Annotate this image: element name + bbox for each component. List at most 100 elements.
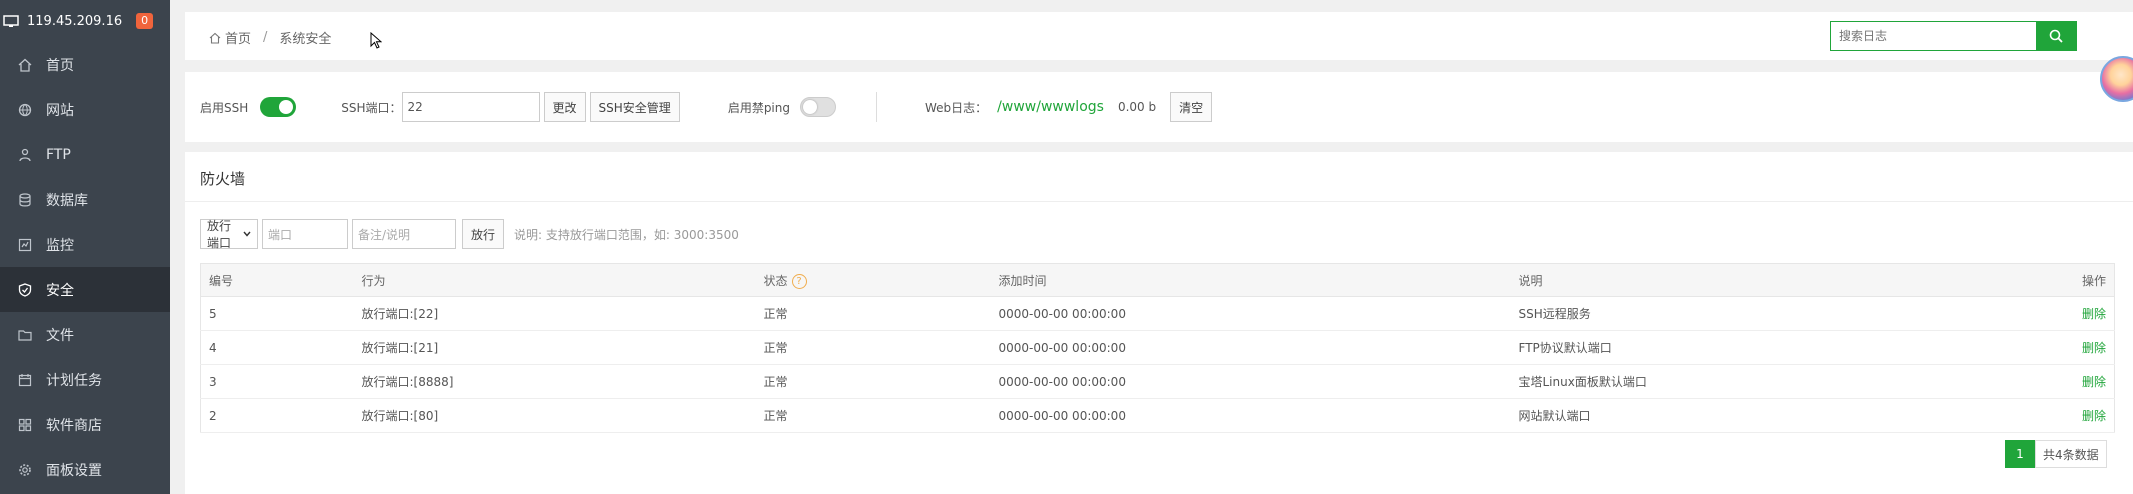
row-action: 放行端口:[21] [353, 330, 756, 365]
row-desc: SSH远程服务 [1510, 296, 2035, 331]
row-status: 正常 [755, 398, 991, 433]
server-header[interactable]: 119.45.209.16 0 [0, 0, 170, 42]
sidebar-item-ftp[interactable]: FTP [0, 132, 170, 177]
col-action: 行为 [353, 263, 756, 297]
server-ip: 119.45.209.16 [27, 13, 123, 29]
table-row: 3 放行端口:[8888] 正常 0000-00-00 00:00:00 宝塔L… [200, 364, 2115, 399]
col-status-label: 状态 [763, 273, 788, 288]
delete-link[interactable]: 删除 [2034, 330, 2115, 365]
clear-log-button[interactable]: 清空 [1170, 92, 1213, 122]
col-desc: 说明 [1510, 263, 2035, 297]
row-time: 0000-00-00 00:00:00 [990, 364, 1511, 399]
breadcrumb-home[interactable]: 首页 [225, 28, 251, 47]
web-log-path-link[interactable]: /www/wwwlogs [997, 99, 1104, 115]
col-op: 操作 [2034, 263, 2115, 297]
web-log-label: Web日志： [925, 100, 988, 115]
col-time: 添加时间 [990, 263, 1511, 297]
apps-icon [17, 417, 33, 433]
ping-toggle[interactable] [800, 97, 836, 117]
allow-button[interactable]: 放行 [462, 219, 505, 249]
sidebar-item-label: 面板设置 [46, 462, 102, 479]
search-input[interactable] [1831, 22, 2036, 50]
firewall-note: 说明: 支持放行端口范围，如: 3000:3500 [514, 227, 739, 242]
page-current[interactable]: 1 [2005, 440, 2035, 468]
rule-type-select[interactable]: 放行端口 [200, 219, 258, 250]
row-id: 2 [200, 398, 354, 433]
sidebar-item-label: FTP [46, 146, 71, 163]
row-desc: 网站默认端口 [1510, 398, 2035, 433]
row-action: 放行端口:[22] [353, 296, 756, 331]
firewall-toolbar: 放行端口 端口 备注/说明 放行 说明: 支持放行端口范围，如: 3000:35… [200, 219, 739, 250]
row-desc: 宝塔Linux面板默认端口 [1510, 364, 2035, 399]
row-time: 0000-00-00 00:00:00 [990, 330, 1511, 365]
delete-link[interactable]: 删除 [2034, 364, 2115, 399]
table-header-row: 编号 行为 状态? 添加时间 说明 操作 [200, 263, 2115, 297]
ssh-toggle[interactable] [260, 97, 297, 117]
firewall-title: 防火墙 [185, 152, 2133, 202]
delete-link[interactable]: 删除 [2034, 296, 2115, 331]
sidebar-item-files[interactable]: 文件 [0, 312, 170, 357]
sidebar-item-database[interactable]: 数据库 [0, 177, 170, 222]
sidebar-item-label: 文件 [46, 327, 74, 344]
gear-icon [17, 462, 33, 478]
search-box [1830, 21, 2077, 51]
monitor-icon [17, 237, 33, 253]
sidebar-item-label: 网站 [46, 102, 74, 119]
sidebar-item-security[interactable]: 安全 [0, 267, 170, 312]
globe-icon [17, 102, 33, 118]
sidebar-item-label: 数据库 [46, 192, 88, 209]
shield-icon [17, 282, 33, 298]
sidebar-item-monitor[interactable]: 监控 [0, 222, 170, 267]
ssh-port-label: SSH端口： [341, 100, 402, 115]
row-time: 0000-00-00 00:00:00 [990, 398, 1511, 433]
row-id: 4 [200, 330, 354, 365]
sidebar-item-label: 安全 [46, 282, 74, 299]
rule-type-value: 放行端口 [207, 219, 232, 250]
top-header: 首页 / 系统安全 [185, 12, 2133, 60]
ftp-icon [17, 147, 33, 163]
row-status: 正常 [755, 330, 991, 365]
calendar-icon [17, 372, 33, 388]
firewall-panel: 防火墙 放行端口 端口 备注/说明 放行 说明: 支持放行端口范围，如: 300… [185, 152, 2133, 494]
col-status: 状态? [755, 263, 991, 297]
row-action: 放行端口:[8888] [353, 364, 756, 399]
col-id: 编号 [200, 263, 354, 297]
row-status: 正常 [755, 296, 991, 331]
monitor-icon [3, 14, 19, 28]
sidebar-item-cron[interactable]: 计划任务 [0, 357, 170, 402]
row-time: 0000-00-00 00:00:00 [990, 296, 1511, 331]
ssh-manage-button[interactable]: SSH安全管理 [589, 92, 680, 122]
breadcrumb-separator: / [263, 30, 268, 45]
breadcrumb-current: 系统安全 [279, 32, 332, 47]
pagination: 1 共4条数据 [2005, 440, 2107, 468]
sidebar-item-label: 首页 [46, 57, 74, 74]
sidebar-item-home[interactable]: 首页 [0, 42, 170, 87]
help-icon[interactable]: ? [791, 273, 807, 289]
ssh-port-input[interactable]: 22 [401, 92, 540, 122]
row-id: 5 [200, 296, 354, 331]
row-id: 3 [200, 364, 354, 399]
change-port-button[interactable]: 更改 [543, 92, 586, 122]
notification-badge[interactable]: 0 [136, 13, 154, 29]
chevron-down-icon [243, 231, 251, 237]
firewall-table: 编号 行为 状态? 添加时间 说明 操作 5 放行端口:[22] 正常 0000… [200, 263, 2115, 433]
sidebar-item-label: 监控 [46, 237, 74, 254]
sidebar-item-website[interactable]: 网站 [0, 87, 170, 132]
enable-ssh-label: 启用SSH [200, 100, 249, 115]
total-count: 共4条数据 [2035, 440, 2107, 468]
ssh-settings-bar: 启用SSH SSH端口： 22 更改 SSH安全管理 启用禁ping Web日志… [185, 72, 2133, 142]
search-icon [2049, 29, 2063, 43]
home-icon [17, 57, 33, 73]
port-input[interactable]: 端口 [262, 219, 348, 249]
disable-ping-label: 启用禁ping [727, 100, 790, 115]
search-button[interactable] [2036, 22, 2076, 50]
table-row: 2 放行端口:[80] 正常 0000-00-00 00:00:00 网站默认端… [200, 398, 2115, 433]
row-action: 放行端口:[80] [353, 398, 756, 433]
database-icon [17, 192, 33, 208]
delete-link[interactable]: 删除 [2034, 398, 2115, 433]
sidebar-item-settings[interactable]: 面板设置 [0, 447, 170, 492]
remark-input[interactable]: 备注/说明 [352, 219, 456, 249]
divider [876, 92, 877, 122]
sidebar-item-store[interactable]: 软件商店 [0, 402, 170, 447]
sidebar-item-label: 计划任务 [46, 372, 102, 389]
